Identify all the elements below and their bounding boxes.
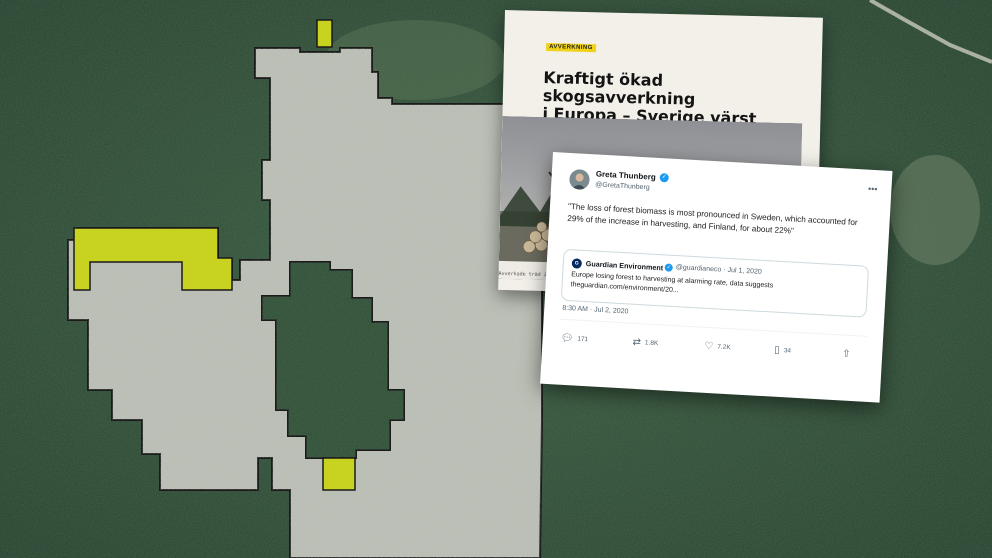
retweet-button[interactable]: ⇄ 1.8K	[632, 337, 658, 349]
like-button[interactable]: ♡ 7.2K	[704, 341, 731, 353]
more-options-icon[interactable]: •••	[868, 184, 878, 195]
bookmark-count: 34	[783, 347, 792, 355]
tweet-screenshot: Greta Thunberg ✓ @GretaThunberg ••• "The…	[540, 152, 893, 403]
like-count: 7.2K	[717, 343, 731, 352]
composite-image: AVVERKNING Kraftigt ökad skogsavverkning…	[0, 0, 992, 558]
reply-icon: 💬︎	[560, 332, 574, 345]
reply-button[interactable]: 💬︎ 171	[560, 333, 588, 346]
bookmark-button[interactable]: ▯ 34	[774, 345, 791, 357]
tweet-timestamp[interactable]: 8:30 AM · Jul 2, 2020	[562, 305, 628, 316]
reply-count: 171	[577, 335, 589, 344]
quoted-verified-badge-icon: ✓	[664, 263, 673, 272]
quoted-meta: @guardianeco · Jul 1, 2020	[675, 264, 762, 276]
retweet-icon: ⇄	[632, 336, 642, 349]
quoted-author-handle: @guardianeco	[675, 264, 722, 274]
bookmark-icon: ▯	[773, 344, 781, 356]
guardian-logo-icon: G	[571, 258, 583, 269]
author-avatar[interactable]	[568, 168, 591, 191]
retweet-count: 1.8K	[644, 339, 659, 348]
heart-icon: ♡	[704, 340, 714, 353]
share-button[interactable]: ⇧	[842, 348, 855, 360]
quoted-date: Jul 1, 2020	[727, 266, 762, 276]
author-name[interactable]: Greta Thunberg	[596, 169, 656, 181]
author-handle[interactable]: @GretaThunberg	[595, 181, 650, 191]
article-category-tag: AVVERKNING	[546, 43, 596, 53]
tweet-text: "The loss of forest biomass is most pron…	[567, 201, 858, 236]
highlight-patch-bottom	[322, 457, 356, 491]
verified-badge-icon: ✓	[659, 173, 669, 183]
share-icon: ⇧	[841, 348, 851, 360]
quoted-author-name: Guardian Environment	[585, 259, 664, 273]
quoted-text: Europe losing forest to harvesting at al…	[570, 270, 861, 305]
divider	[559, 318, 868, 337]
highlight-patch-top	[316, 19, 333, 48]
